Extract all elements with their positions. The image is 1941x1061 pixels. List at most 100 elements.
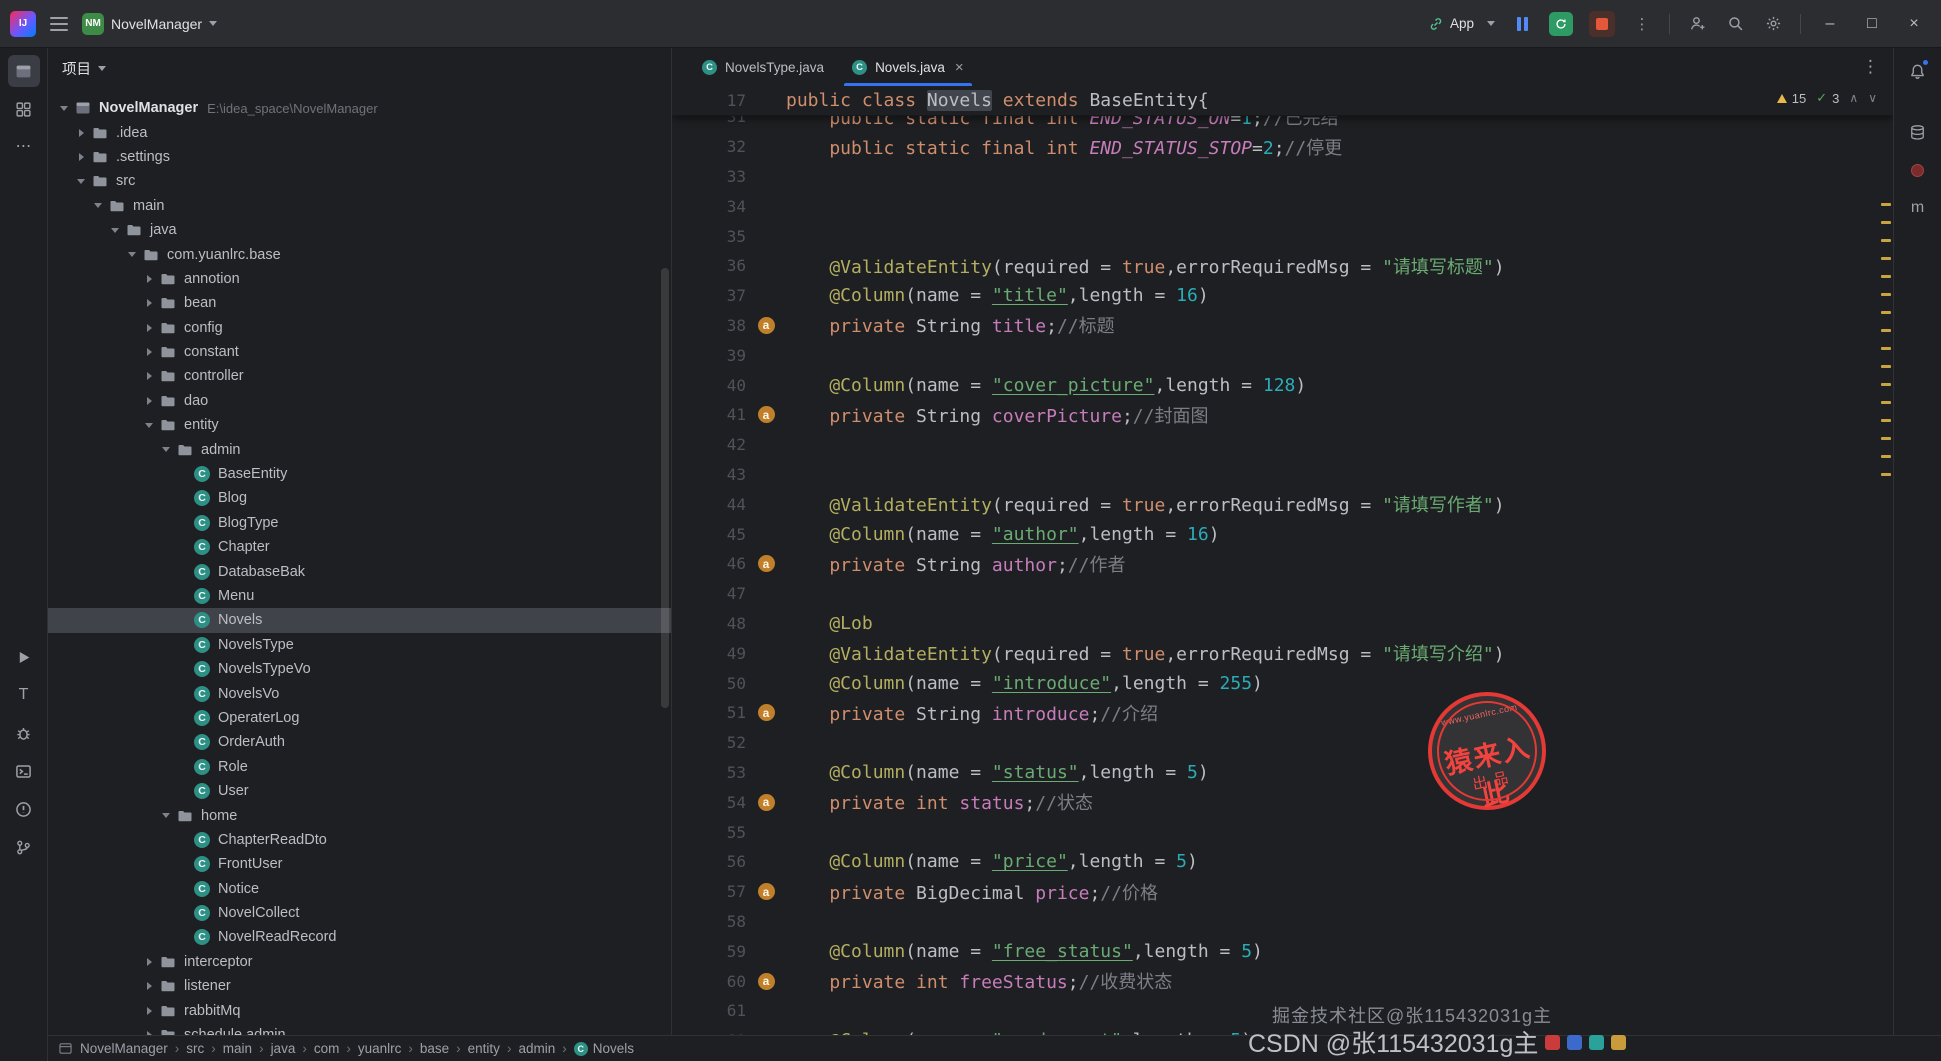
code-with-me-button[interactable]: [1682, 9, 1712, 39]
tree-item-novelsvo[interactable]: C NovelsVo: [48, 681, 671, 705]
breadcrumb-item-src[interactable]: src: [186, 1041, 204, 1056]
line-number[interactable]: 39: [672, 346, 746, 365]
chevron-collapsed-icon[interactable]: [141, 957, 157, 966]
warning-stripe-mark[interactable]: [1881, 347, 1891, 350]
warning-stripe-mark[interactable]: [1881, 329, 1891, 332]
editor-tab-novelstype-java[interactable]: C NovelsType.java: [688, 48, 838, 86]
tree-item--settings[interactable]: .settings: [48, 145, 671, 169]
line-number[interactable]: 61: [672, 1001, 746, 1020]
line-number[interactable]: 44: [672, 495, 746, 514]
todo-icon[interactable]: T: [8, 679, 40, 711]
editor-body[interactable]: 31 public static final int END_STATUS_ON…: [672, 86, 1893, 1035]
more-actions-button[interactable]: ⋮: [1627, 9, 1657, 39]
warning-stripe-mark[interactable]: [1881, 401, 1891, 404]
chevron-expanded-icon[interactable]: [56, 105, 72, 111]
line-number[interactable]: 17: [672, 91, 746, 110]
line-number[interactable]: 41: [672, 405, 746, 424]
tree-item-interceptor[interactable]: interceptor: [48, 950, 671, 974]
line-number[interactable]: 53: [672, 763, 746, 782]
gutter-annotation-icon[interactable]: a: [746, 555, 786, 573]
rerun-button[interactable]: [1545, 9, 1577, 39]
warning-stripe-mark[interactable]: [1881, 293, 1891, 296]
line-number[interactable]: 36: [672, 256, 746, 275]
line-number[interactable]: 46: [672, 554, 746, 573]
tree-item-com-yuanlrc-base[interactable]: com.yuanlrc.base: [48, 242, 671, 266]
maven-icon[interactable]: m: [1902, 192, 1934, 224]
tree-scrollbar[interactable]: [661, 268, 669, 708]
minimize-button[interactable]: –: [1813, 7, 1847, 41]
search-everywhere-button[interactable]: [1720, 9, 1750, 39]
breadcrumb-item-java[interactable]: java: [271, 1041, 296, 1056]
warning-stripe-mark[interactable]: [1881, 239, 1891, 242]
stop-button[interactable]: [1585, 9, 1619, 39]
chevron-collapsed-icon[interactable]: [141, 348, 157, 357]
gutter-annotation-icon[interactable]: a: [746, 883, 786, 901]
warnings-indicator[interactable]: 15: [1776, 91, 1806, 106]
structure-icon[interactable]: [8, 93, 40, 125]
settings-button[interactable]: [1758, 9, 1788, 39]
more-icon[interactable]: ⋯: [8, 131, 40, 163]
intellij-logo-icon[interactable]: IJ: [10, 10, 36, 37]
warning-stripe-mark[interactable]: [1881, 257, 1891, 260]
main-menu-icon[interactable]: [50, 16, 68, 31]
tree-item-novelstype[interactable]: C NovelsType: [48, 633, 671, 657]
warning-stripe-mark[interactable]: [1881, 221, 1891, 224]
breadcrumb-item-admin[interactable]: admin: [518, 1041, 555, 1056]
chevron-expanded-icon[interactable]: [90, 203, 106, 209]
line-number[interactable]: 48: [672, 614, 746, 633]
warning-stripe-mark[interactable]: [1881, 473, 1891, 476]
chevron-expanded-icon[interactable]: [73, 178, 89, 184]
chevron-collapsed-icon[interactable]: [141, 1006, 157, 1015]
passed-indicator[interactable]: ✓ 3: [1816, 90, 1839, 106]
line-number[interactable]: 35: [672, 227, 746, 246]
line-number[interactable]: 56: [672, 852, 746, 871]
database-icon[interactable]: [1902, 116, 1934, 148]
line-number[interactable]: 57: [672, 882, 746, 901]
bell-icon[interactable]: [1902, 55, 1934, 87]
gutter-annotation-icon[interactable]: a: [746, 972, 786, 990]
chevron-collapsed-icon[interactable]: [73, 128, 89, 137]
line-number[interactable]: 50: [672, 674, 746, 693]
chevron-expanded-icon[interactable]: [107, 227, 123, 233]
gutter-annotation-icon[interactable]: a: [746, 316, 786, 334]
line-number[interactable]: 38: [672, 316, 746, 335]
close-button[interactable]: ×: [1897, 7, 1931, 41]
line-number[interactable]: 60: [672, 972, 746, 991]
tree-item-home[interactable]: home: [48, 803, 671, 827]
tree-item-chapter[interactable]: C Chapter: [48, 535, 671, 559]
gutter-annotation-icon[interactable]: a: [746, 793, 786, 811]
chevron-expanded-icon[interactable]: [158, 447, 174, 453]
close-icon[interactable]: ×: [955, 60, 964, 75]
breadcrumb-item-main[interactable]: main: [223, 1041, 252, 1056]
tree-item-orderauth[interactable]: C OrderAuth: [48, 730, 671, 754]
tree-item-novels[interactable]: C Novels: [48, 608, 671, 633]
profiler-icon[interactable]: [1902, 154, 1934, 186]
chevron-collapsed-icon[interactable]: [141, 299, 157, 308]
line-number[interactable]: 58: [672, 912, 746, 931]
tree-item-novelmanager[interactable]: NovelManager E:\idea_space\NovelManager: [48, 96, 671, 120]
tree-item-chapterreaddto[interactable]: C ChapterReadDto: [48, 828, 671, 852]
tree-item-rabbitmq[interactable]: rabbitMq: [48, 998, 671, 1022]
tree-item-schedule-admin[interactable]: schedule.admin: [48, 1023, 671, 1035]
warning-stripe-mark[interactable]: [1881, 311, 1891, 314]
tree-item-dao[interactable]: dao: [48, 389, 671, 413]
chevron-expanded-icon[interactable]: [141, 422, 157, 428]
tree-item-menu[interactable]: C Menu: [48, 584, 671, 608]
tab-options-icon[interactable]: ⋮: [1862, 48, 1879, 86]
editor-tab-novels-java[interactable]: C Novels.java ×: [838, 48, 978, 86]
tree-item-src[interactable]: src: [48, 169, 671, 193]
chevron-collapsed-icon[interactable]: [141, 396, 157, 405]
tree-item-admin[interactable]: admin: [48, 437, 671, 461]
tree-item-java[interactable]: java: [48, 218, 671, 242]
tree-item-constant[interactable]: constant: [48, 340, 671, 364]
chevron-collapsed-icon[interactable]: [73, 152, 89, 161]
warning-stripe-mark[interactable]: [1881, 437, 1891, 440]
line-number[interactable]: 34: [672, 197, 746, 216]
git-icon[interactable]: [8, 831, 40, 863]
run-icon[interactable]: [8, 641, 40, 673]
tree-item-blog[interactable]: C Blog: [48, 486, 671, 510]
breadcrumb-item-com[interactable]: com: [314, 1041, 340, 1056]
breadcrumb-item-base[interactable]: base: [420, 1041, 449, 1056]
run-config-widget[interactable]: App: [1428, 16, 1495, 32]
tree-item-config[interactable]: config: [48, 316, 671, 340]
